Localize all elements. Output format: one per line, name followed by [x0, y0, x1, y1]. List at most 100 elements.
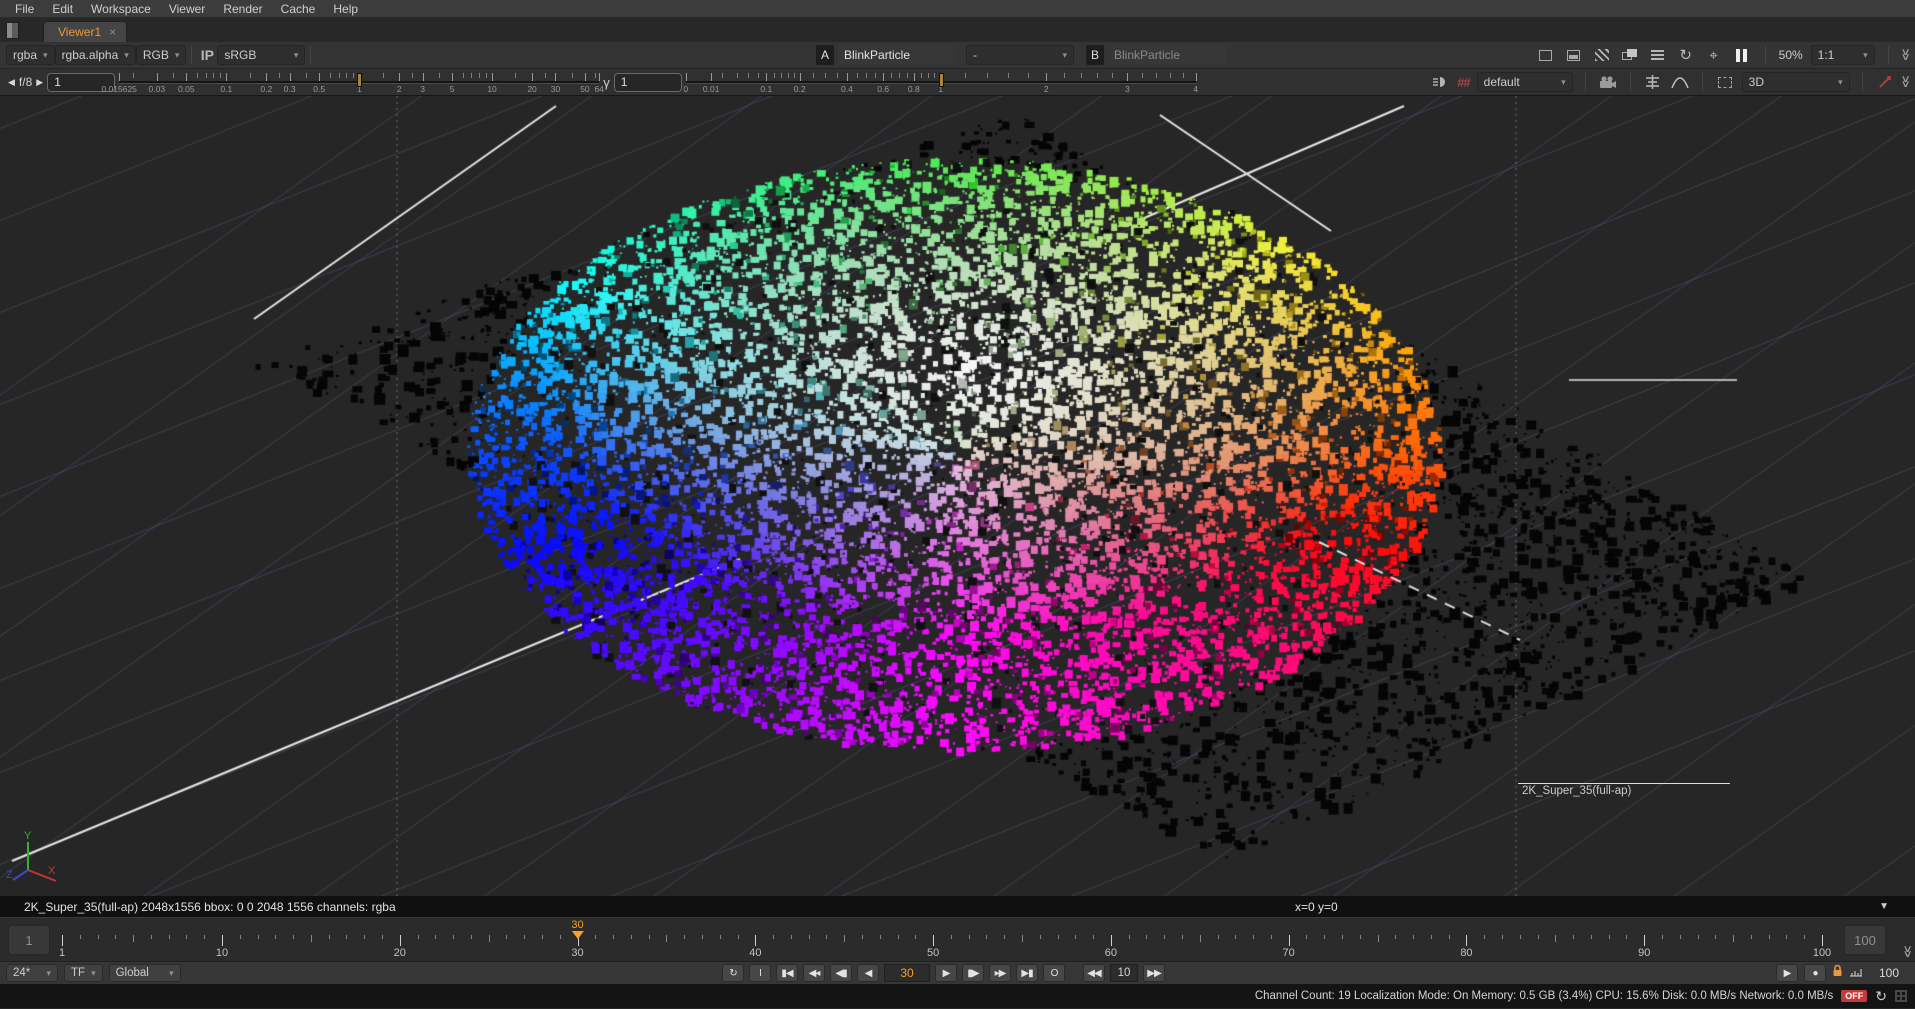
record-button[interactable]: ●	[1804, 964, 1826, 982]
prev-keyframe-button[interactable]: ◀◂	[803, 964, 825, 982]
slider-tick	[737, 73, 738, 78]
menu-item-cache[interactable]: Cache	[272, 1, 325, 17]
eyedropper-icon[interactable]	[1875, 72, 1895, 92]
gamma-slider[interactable]: 00.010.10.20.40.60.81234	[686, 70, 1196, 94]
localization-off-badge[interactable]: OFF	[1841, 990, 1867, 1002]
frame-tick	[1253, 935, 1254, 939]
render-mode-icon[interactable]	[1643, 72, 1663, 92]
range-start-box[interactable]: 1	[8, 925, 50, 955]
goto-start-button[interactable]: ▮◀	[776, 964, 798, 982]
input-process-button[interactable]: IP	[197, 45, 217, 65]
channels-select[interactable]: rgba▾	[6, 45, 55, 65]
slider-handle[interactable]	[357, 73, 362, 87]
menu-item-viewer[interactable]: Viewer	[160, 1, 214, 17]
projection-select[interactable]: 3D▾	[1742, 72, 1850, 92]
chevron-down-icon: ▾	[91, 968, 96, 979]
skip-amount-input[interactable]: 10	[1110, 964, 1138, 982]
input-a-node[interactable]: BlinkParticle	[838, 45, 956, 65]
update-icon[interactable]: ↻	[1875, 988, 1887, 1005]
colorspace-select[interactable]: sRGB▾	[217, 45, 305, 65]
proxy-select[interactable]: 1:1▾	[1811, 45, 1875, 65]
playback-range-button[interactable]: O	[1043, 964, 1065, 982]
refresh-icon[interactable]: ↻	[1676, 45, 1696, 65]
next-keyframe-button[interactable]: ▸▶	[989, 964, 1011, 982]
slider-handle[interactable]	[939, 73, 944, 87]
input-b-badge[interactable]: B	[1086, 45, 1104, 65]
layer-select[interactable]: rgba.alpha▾	[55, 45, 136, 65]
frame-tick	[1609, 935, 1610, 939]
gain-slider[interactable]: 0.0156250.030.050.10.20.30.5123510203050…	[119, 70, 599, 94]
lighting-curve-icon[interactable]	[1670, 72, 1690, 92]
skip-forward-button[interactable]: ▶▶	[1143, 964, 1165, 982]
range-slider-icon[interactable]	[1849, 964, 1863, 982]
frame-tick	[969, 935, 970, 939]
3d-viewport-canvas[interactable]	[0, 96, 1915, 896]
fps-select[interactable]: 24*▾	[6, 964, 58, 982]
collapse-toolbar-icon[interactable]: ∨∨	[1900, 77, 1910, 87]
timeline-mode-select[interactable]: TF▾	[64, 964, 103, 982]
tab-viewer1[interactable]: Viewer1 ×	[43, 21, 127, 42]
current-frame-input[interactable]: 30	[884, 964, 930, 982]
system-stats: Channel Count: 19 Localization Mode: On …	[1255, 990, 1833, 1002]
gain-down-button[interactable]: ◀	[8, 77, 15, 88]
divider	[1702, 73, 1703, 91]
play-forward-button[interactable]: ▶	[935, 964, 957, 982]
ab-blend-select[interactable]: -▾	[966, 45, 1074, 65]
display-channels-select[interactable]: RGB▾	[136, 45, 187, 65]
collapse-toolbar-icon[interactable]: ∨∨	[1900, 50, 1910, 60]
frame-tick	[1200, 935, 1201, 942]
3d-viewport[interactable]: 2K_Super_35(full-ap) Y X Z	[0, 96, 1915, 896]
lock-range-icon[interactable]	[1832, 964, 1843, 982]
layer-stack-icon[interactable]	[1648, 45, 1668, 65]
gamma-input[interactable]: 1	[614, 73, 682, 92]
loop-mode-button[interactable]: ↻	[722, 964, 744, 982]
range-end-box[interactable]: 100	[1844, 925, 1886, 955]
roi-icon[interactable]: ⌖	[1704, 45, 1724, 65]
timeline[interactable]: 1 110203040506070809010030 100 ∨∨	[0, 917, 1915, 961]
frame-tick	[595, 935, 596, 939]
gain-up-button[interactable]: ▶	[36, 77, 43, 88]
wipe-icon[interactable]	[1592, 45, 1612, 65]
menu-item-workspace[interactable]: Workspace	[82, 1, 160, 17]
menu-item-render[interactable]: Render	[214, 1, 271, 17]
frame-range-select[interactable]: Global▾	[109, 964, 181, 982]
frame-label: 40	[749, 947, 761, 959]
frame-tick	[169, 935, 170, 939]
slider-tick	[452, 73, 453, 81]
lut-select[interactable]: default▾	[1477, 72, 1573, 92]
safe-zone-icon[interactable]: ##	[1457, 75, 1469, 90]
playhead[interactable]: 30	[571, 919, 583, 939]
frame-tick	[1324, 935, 1325, 939]
timeline-ruler[interactable]: 110203040506070809010030	[55, 918, 1840, 962]
info-dropdown-icon[interactable]: ▼	[1879, 901, 1889, 912]
frame-increment-button[interactable]: I	[749, 964, 771, 982]
menu-item-help[interactable]: Help	[324, 1, 367, 17]
overlay-icon[interactable]	[1620, 45, 1640, 65]
resize-grip-icon[interactable]	[1895, 990, 1907, 1002]
frame-tick	[560, 935, 561, 939]
slider-tick	[800, 73, 801, 81]
gain-region-icon[interactable]	[1536, 45, 1556, 65]
step-back-button[interactable]: ◀▮	[830, 964, 852, 982]
camera-icon[interactable]	[1598, 72, 1618, 92]
skip-back-button[interactable]: ◀◀	[1083, 964, 1105, 982]
menu-item-file[interactable]: File	[6, 1, 43, 17]
full-frame-icon[interactable]	[1564, 45, 1584, 65]
tab-close-icon[interactable]: ×	[109, 25, 116, 39]
menu-item-edit[interactable]: Edit	[43, 1, 82, 17]
input-a-badge[interactable]: A	[816, 45, 834, 65]
collapse-timeline-icon[interactable]: ∨∨	[1902, 947, 1912, 957]
frame-tick	[542, 935, 543, 939]
flipbook-button[interactable]: ▶	[1776, 964, 1798, 982]
zoom-level[interactable]: 50%	[1779, 48, 1803, 62]
headlamp-icon[interactable]	[1430, 72, 1450, 92]
input-b-node[interactable]: BlinkParticle	[1108, 45, 1226, 65]
frame-tick	[1484, 935, 1485, 939]
frame-tick	[400, 935, 401, 946]
marquee-select-icon[interactable]	[1715, 72, 1735, 92]
pause-button[interactable]	[1732, 45, 1752, 65]
goto-end-button[interactable]: ▶▮	[1016, 964, 1038, 982]
pane-layout-icon[interactable]	[6, 22, 19, 39]
play-backward-button[interactable]: ◀	[857, 964, 879, 982]
step-forward-button[interactable]: ▮▶	[962, 964, 984, 982]
